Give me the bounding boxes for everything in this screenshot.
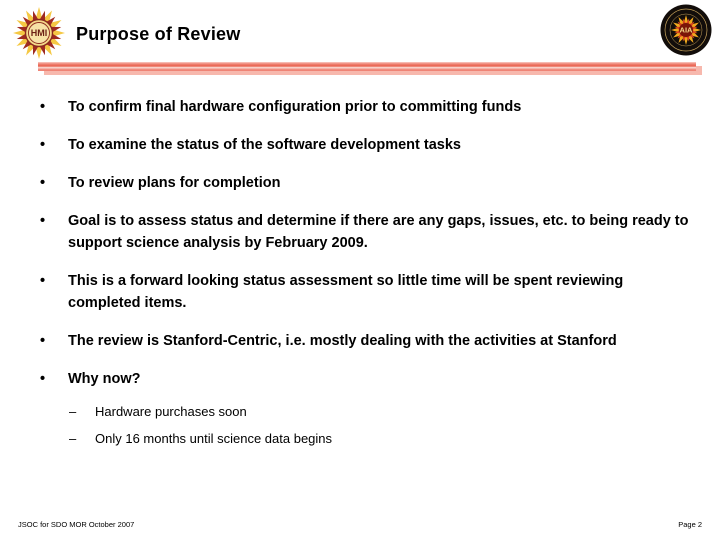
sub-bullet-group: – Hardware purchases soon – Only 16 mont…: [0, 402, 720, 449]
bullet-item: • Why now?: [0, 368, 720, 390]
bullet-item: • Goal is to assess status and determine…: [0, 210, 720, 254]
sub-bullet-marker: –: [69, 404, 77, 419]
bullet-text: Goal is to assess status and determine i…: [68, 213, 689, 251]
bullet-item: • This is a forward looking status asses…: [0, 270, 720, 314]
hmi-logo: HMI: [8, 6, 70, 60]
title-divider: [0, 60, 720, 78]
bullet-marker: •: [40, 333, 46, 349]
bullet-marker: •: [40, 273, 46, 289]
aia-logo-text: AIA: [680, 26, 694, 35]
bullet-text: Why now?: [68, 371, 141, 387]
bullet-text: The review is Stanford-Centric, i.e. mos…: [68, 333, 617, 349]
bullet-text: To examine the status of the software de…: [68, 137, 461, 153]
bullet-marker: •: [40, 137, 46, 153]
bullet-marker: •: [40, 213, 46, 229]
bullet-text: To confirm final hardware configuration …: [68, 99, 522, 115]
bullet-text: To review plans for completion: [68, 175, 281, 191]
bullet-marker: •: [40, 175, 46, 191]
footer-left-text: JSOC for SDO MOR October 2007: [18, 520, 135, 529]
bullet-text: This is a forward looking status assessm…: [68, 273, 624, 311]
bullet-item: • To confirm final hardware configuratio…: [0, 96, 720, 118]
aia-logo: AIA: [659, 3, 713, 57]
sub-bullet-item: – Only 16 months until science data begi…: [0, 429, 720, 449]
sub-bullet-marker: –: [69, 431, 77, 446]
slide-footer: JSOC for SDO MOR October 2007 Page 2: [0, 520, 720, 540]
bullet-marker: •: [40, 99, 46, 115]
sub-bullet-item: – Hardware purchases soon: [0, 402, 720, 422]
slide-content: • To confirm final hardware configuratio…: [0, 96, 720, 456]
footer-page-number: Page 2: [678, 520, 702, 529]
hmi-logo-text: HMI: [31, 28, 48, 38]
bullet-item: • To review plans for completion: [0, 172, 720, 194]
sub-bullet-text: Hardware purchases soon: [95, 404, 247, 419]
slide: HMI Purpose of Review AIA • To confirm f…: [0, 0, 720, 540]
bullet-item: • The review is Stanford-Centric, i.e. m…: [0, 330, 720, 352]
bullet-marker: •: [40, 371, 46, 387]
bullet-item: • To examine the status of the software …: [0, 134, 720, 156]
sub-bullet-text: Only 16 months until science data begins: [95, 431, 333, 446]
page-title: Purpose of Review: [76, 24, 241, 44]
title-divider-bar: [38, 62, 696, 71]
